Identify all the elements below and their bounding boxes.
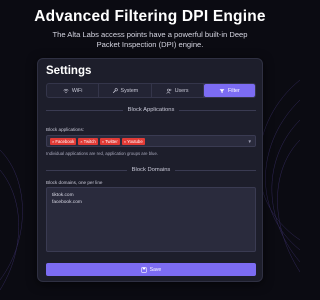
chip-facebook[interactable]: × Facebook xyxy=(50,137,77,145)
chip-label: Twitter xyxy=(105,138,118,144)
save-icon xyxy=(141,266,147,273)
block-applications-header: Block Applications xyxy=(46,106,257,114)
remove-chip-icon[interactable]: × xyxy=(124,139,126,144)
chip-label: Twitch xyxy=(83,138,96,144)
remove-chip-icon[interactable]: × xyxy=(80,139,82,144)
chip-youtube[interactable]: × Youtube xyxy=(121,137,145,145)
wifi-icon xyxy=(63,88,69,93)
promo-subtext: The Alta Labs access points have a power… xyxy=(30,30,270,50)
wrench-icon xyxy=(112,87,118,93)
promo-headline: Advanced Filtering DPI Engine xyxy=(34,8,266,25)
block-applications-select[interactable]: × Facebook × Twitch × Twitter × Youtube … xyxy=(46,135,256,147)
tab-wifi[interactable]: WiFi xyxy=(47,84,100,97)
chip-label: Youtube xyxy=(127,138,143,144)
block-domains-header: Block Domains xyxy=(46,166,257,174)
tab-users-label: Users xyxy=(174,87,189,94)
domain-line: tiktok.com xyxy=(52,193,74,198)
block-domains-textarea[interactable]: tiktok.com facebook.com xyxy=(46,187,256,252)
tab-filter[interactable]: Filter xyxy=(203,84,255,97)
filter-icon xyxy=(219,88,225,93)
divider xyxy=(46,109,123,111)
divider xyxy=(175,169,257,171)
save-label: Save xyxy=(149,266,162,273)
tab-filter-label: Filter xyxy=(227,87,240,94)
block-applications-help: Individual applications are red, applica… xyxy=(46,151,159,156)
settings-title: Settings xyxy=(46,65,92,77)
chip-label: Facebook xyxy=(55,138,75,144)
block-applications-label: Block applications: xyxy=(46,127,85,132)
chip-twitch[interactable]: × Twitch xyxy=(78,137,98,145)
promo-subtext-line-2: Packet Inspection (DPI) engine. xyxy=(96,40,204,49)
users-icon xyxy=(166,88,172,94)
domain-line: facebook.com xyxy=(52,200,82,205)
tab-users[interactable]: Users xyxy=(152,84,204,97)
block-applications-title: Block Applications xyxy=(127,107,175,113)
tab-wifi-label: WiFi xyxy=(71,87,83,94)
chip-twitter[interactable]: × Twitter xyxy=(99,137,120,145)
block-domains-title: Block Domains xyxy=(131,167,171,173)
tab-system-label: System xyxy=(120,87,139,94)
settings-panel: Settings WiFi System Users Filter Block … xyxy=(37,58,263,282)
save-button[interactable]: Save xyxy=(46,263,256,276)
remove-chip-icon[interactable]: × xyxy=(52,139,54,144)
chevron-down-icon[interactable]: ▼ xyxy=(248,139,252,144)
settings-tabs: WiFi System Users Filter xyxy=(46,83,256,98)
divider xyxy=(179,109,257,111)
block-domains-label: Block domains, one per line xyxy=(46,180,103,185)
promo-subtext-line-1: The Alta Labs access points have a power… xyxy=(52,30,248,39)
remove-chip-icon[interactable]: × xyxy=(102,139,104,144)
tab-system[interactable]: System xyxy=(99,84,152,97)
divider xyxy=(46,169,127,171)
